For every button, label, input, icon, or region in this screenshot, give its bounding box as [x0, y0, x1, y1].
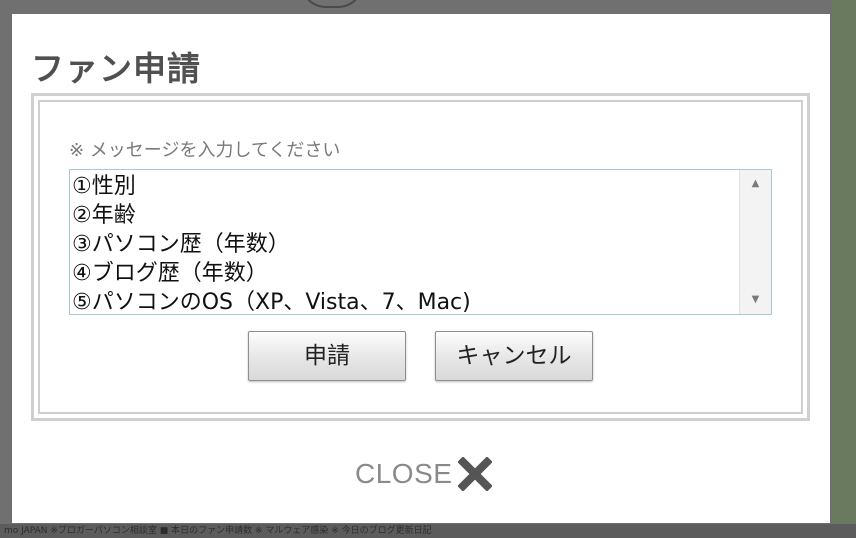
background-sidebar	[832, 0, 856, 538]
cancel-button[interactable]: キャンセル	[435, 331, 593, 381]
message-line: ⑤パソコンのOS（XP、Vista、7、Mac)	[72, 290, 471, 315]
message-lines: ①性別 ②年齢 ③パソコン歴（年数） ④ブログ歴（年数） ⑤パソコンのOS（XP…	[72, 172, 737, 315]
message-textarea[interactable]: ①性別 ②年齢 ③パソコン歴（年数） ④ブログ歴（年数） ⑤パソコンのOS（XP…	[69, 169, 772, 315]
message-line: ①性別	[72, 174, 136, 199]
message-line: ④ブログ歴（年数）	[72, 261, 268, 286]
close-label: CLOSE	[355, 458, 453, 489]
scroll-down-arrow-icon[interactable]: ▼	[740, 288, 771, 312]
background-shape	[300, 0, 364, 8]
scroll-up-arrow-icon[interactable]: ▲	[740, 172, 771, 196]
fan-application-dialog: ファン申請 ※ メッセージを入力してください ①性別 ②年齢 ③パソコン歴（年数…	[12, 14, 830, 523]
message-line: ②年齢	[72, 203, 136, 228]
message-line: ③パソコン歴（年数）	[72, 232, 290, 257]
message-prompt: ※ メッセージを入力してください	[69, 140, 341, 161]
close-button[interactable]: CLOSE	[355, 454, 493, 494]
apply-button[interactable]: 申請	[248, 331, 406, 381]
textarea-scrollbar[interactable]: ▲ ▼	[739, 170, 771, 314]
background-footer: mo JAPAN ※ブロガーパソコン相談室 ■ 本日のファン申請数 ※ マルウェ…	[0, 524, 856, 538]
dialog-title: ファン申請	[31, 49, 201, 88]
close-x-icon	[458, 457, 493, 491]
